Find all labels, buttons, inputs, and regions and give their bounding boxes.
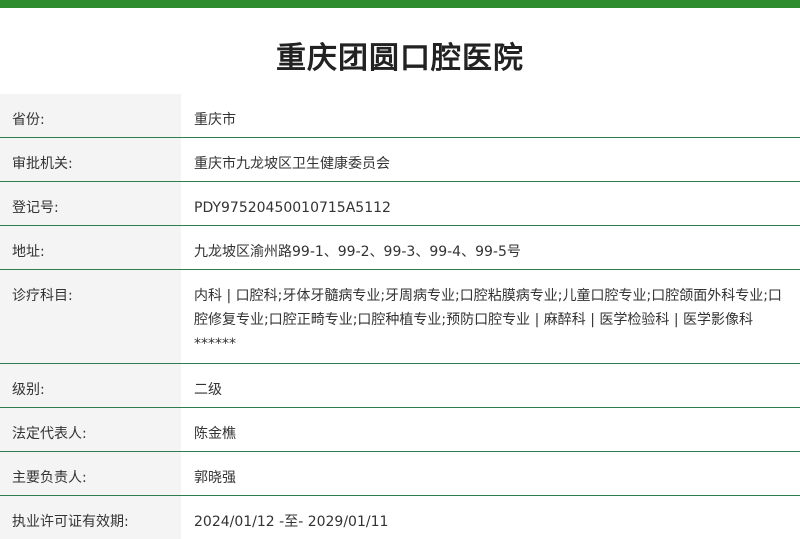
row-value-approval-authority: 重庆市九龙坡区卫生健康委员会 [194,155,390,172]
table-row: 诊疗科目: 内科 | 口腔科;牙体牙髓病专业;牙周病专业;口腔粘膜病专业;儿童口… [0,269,800,363]
row-label-departments: 诊疗科目: [0,269,181,363]
row-label-address: 地址: [0,225,181,269]
row-value-principal: 郭晓强 [194,469,236,486]
row-label-registration-number: 登记号: [0,181,181,225]
row-value-departments: 内科 | 口腔科;牙体牙髓病专业;牙周病专业;口腔粘膜病专业;儿童口腔专业;口腔… [194,287,782,352]
table-row: 法定代表人: 陈金樵 [0,407,800,451]
page-title: 重庆团圆口腔医院 [276,41,524,76]
table-row: 省份: 重庆市 [0,94,800,137]
table-row: 地址: 九龙坡区渝州路99-1、99-2、99-3、99-4、99-5号 [0,225,800,269]
top-accent-bar [0,0,800,8]
table-row: 审批机关: 重庆市九龙坡区卫生健康委员会 [0,137,800,181]
row-value-province: 重庆市 [194,112,236,128]
table-row: 级别: 二级 [0,363,800,407]
row-value-registration-number: PDY97520450010715A5112 [194,199,391,216]
row-value-license-validity: 2024/01/12 -至- 2029/01/11 [194,513,389,530]
table-row: 登记号: PDY97520450010715A5112 [0,181,800,225]
info-table: 省份: 重庆市 审批机关: 重庆市九龙坡区卫生健康委员会 登记号: PDY975… [0,94,800,539]
table-row: 主要负责人: 郭晓强 [0,451,800,495]
row-label-level: 级别: [0,363,181,407]
row-label-province: 省份: [0,94,181,137]
row-label-legal-representative: 法定代表人: [0,407,181,451]
row-label-license-validity: 执业许可证有效期: [0,495,181,539]
table-row: 执业许可证有效期: 2024/01/12 -至- 2029/01/11 [0,495,800,539]
row-label-principal: 主要负责人: [0,451,181,495]
row-value-address: 九龙坡区渝州路99-1、99-2、99-3、99-4、99-5号 [194,243,521,260]
row-value-level: 二级 [194,381,222,398]
row-label-approval-authority: 审批机关: [0,137,181,181]
row-value-legal-representative: 陈金樵 [194,425,236,442]
